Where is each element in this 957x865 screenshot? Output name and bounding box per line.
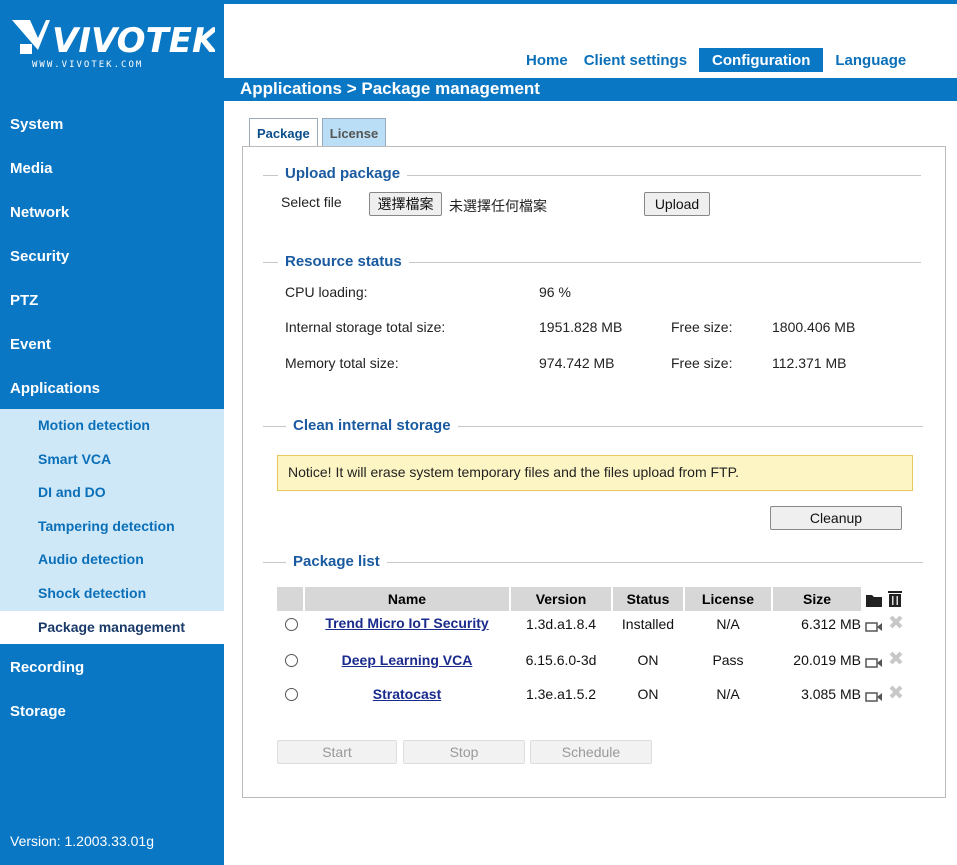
- tab-package[interactable]: Package: [249, 118, 318, 147]
- package-version-3: 1.3e.a1.5.2: [525, 686, 597, 702]
- sidebar-item-network[interactable]: Network: [0, 189, 224, 233]
- memory-total-label: Memory total size:: [285, 355, 399, 371]
- table-header-status: Status: [613, 587, 683, 611]
- sidebar-item-recording[interactable]: Recording: [0, 644, 224, 688]
- cpu-loading-value: 96 %: [539, 284, 571, 300]
- nav-configuration[interactable]: Configuration: [699, 48, 824, 72]
- sidebar-subitem-motion-detection[interactable]: Motion detection: [0, 409, 224, 443]
- delete-icon[interactable]: [889, 651, 903, 668]
- table-header-name: Name: [305, 587, 509, 611]
- table-header-version: Version: [511, 587, 611, 611]
- package-link-1[interactable]: Trend Micro IoT Security: [305, 615, 509, 631]
- upload-section-title: Upload package: [278, 165, 408, 182]
- upload-button[interactable]: Upload: [644, 192, 710, 216]
- package-size-3: 3.085 MB: [801, 686, 861, 702]
- firmware-version: Version: 1.2003.33.01g: [10, 833, 155, 849]
- package-size-1: 6.312 MB: [801, 616, 861, 632]
- no-file-chosen-text: 未選擇任何檔案: [449, 198, 547, 214]
- sidebar-subitem-smart-vca[interactable]: Smart VCA: [0, 443, 224, 477]
- sidebar-subitem-tampering-detection[interactable]: Tampering detection: [0, 510, 224, 544]
- clean-section-title: Clean internal storage: [286, 417, 458, 434]
- table-header-size: Size: [773, 587, 861, 611]
- sidebar-item-storage[interactable]: Storage: [0, 688, 224, 732]
- package-radio-1[interactable]: [285, 618, 298, 631]
- memory-free-label: Free size:: [671, 355, 733, 371]
- nav-language[interactable]: Language: [827, 48, 914, 72]
- top-nav: Home Client settings Configuration Langu…: [518, 48, 914, 72]
- sidebar-submenu-applications: Motion detection Smart VCA DI and DO Tam…: [0, 409, 224, 645]
- tab-bar: Package License: [249, 118, 387, 147]
- delete-icon[interactable]: [889, 615, 903, 632]
- resource-section-title: Resource status: [278, 253, 409, 270]
- sidebar-subitem-package-management[interactable]: Package management: [0, 610, 224, 645]
- delete-icon[interactable]: [889, 685, 903, 702]
- package-radio-2[interactable]: [285, 654, 298, 667]
- table-header-license: License: [685, 587, 771, 611]
- tab-license[interactable]: License: [321, 118, 387, 147]
- sidebar-subitem-di-and-do[interactable]: DI and DO: [0, 476, 224, 510]
- breadcrumb: Applications > Package management: [240, 79, 540, 98]
- memory-free-value: 112.371 MB: [772, 355, 847, 371]
- package-status-3: ON: [637, 686, 659, 702]
- svg-text:VIVOTEK: VIVOTEK: [52, 21, 215, 61]
- sidebar-subitem-audio-detection[interactable]: Audio detection: [0, 543, 224, 577]
- sidebar-item-ptz[interactable]: PTZ: [0, 277, 224, 321]
- logo[interactable]: VIVOTEK WWW.VIVOTEK.COM: [0, 4, 224, 78]
- camera-icon[interactable]: [865, 689, 883, 705]
- storage-free-value: 1800.406 MB: [772, 319, 856, 335]
- nav-home[interactable]: Home: [518, 48, 576, 72]
- sidebar-item-applications[interactable]: Applications: [0, 365, 224, 409]
- nav-client-settings[interactable]: Client settings: [576, 48, 695, 72]
- package-status-1: Installed: [621, 616, 675, 632]
- sidebar: System Media Network Security PTZ Event …: [0, 101, 224, 865]
- memory-total-value: 974.742 MB: [539, 355, 615, 371]
- package-list-title: Package list: [286, 553, 387, 570]
- package-license-1: N/A: [716, 616, 740, 632]
- select-file-label: Select file: [281, 194, 342, 210]
- cpu-loading-label: CPU loading:: [285, 284, 368, 300]
- logo-bottom-band: [0, 78, 224, 101]
- package-version-2: 6.15.6.0-3d: [525, 652, 597, 668]
- schedule-button[interactable]: Schedule: [530, 740, 652, 764]
- folder-icon: [865, 591, 883, 615]
- stop-button[interactable]: Stop: [403, 740, 525, 764]
- package-license-3: N/A: [716, 686, 740, 702]
- table-header-actions: [863, 587, 913, 611]
- package-status-2: ON: [637, 652, 659, 668]
- package-radio-3[interactable]: [285, 688, 298, 701]
- sidebar-item-system[interactable]: System: [0, 101, 224, 145]
- choose-file-button[interactable]: 選擇檔案: [369, 192, 442, 216]
- package-link-3[interactable]: Stratocast: [305, 686, 509, 702]
- package-size-2: 20.019 MB: [793, 652, 861, 668]
- table-header-select: [277, 587, 303, 611]
- vivotek-logo-icon: VIVOTEK WWW.VIVOTEK.COM: [12, 20, 215, 70]
- camera-icon[interactable]: [865, 619, 883, 635]
- trash-icon: [887, 590, 903, 615]
- svg-text:WWW.VIVOTEK.COM: WWW.VIVOTEK.COM: [32, 60, 143, 70]
- sidebar-subitem-shock-detection[interactable]: Shock detection: [0, 577, 224, 611]
- package-license-2: Pass: [712, 652, 744, 668]
- cleanup-button[interactable]: Cleanup: [770, 506, 902, 530]
- sidebar-item-event[interactable]: Event: [0, 321, 224, 365]
- storage-free-label: Free size:: [671, 319, 733, 335]
- package-panel: Upload package Select file 選擇檔案 未選擇任何檔案 …: [242, 146, 946, 798]
- package-link-2[interactable]: Deep Learning VCA: [305, 652, 509, 668]
- package-version-1: 1.3d.a1.8.4: [525, 616, 597, 632]
- storage-total-label: Internal storage total size:: [285, 319, 446, 335]
- camera-icon[interactable]: [865, 655, 883, 671]
- cleanup-notice: Notice! It will erase system temporary f…: [277, 455, 913, 491]
- start-button[interactable]: Start: [277, 740, 397, 764]
- sidebar-item-media[interactable]: Media: [0, 145, 224, 189]
- storage-total-value: 1951.828 MB: [539, 319, 623, 335]
- sidebar-item-security[interactable]: Security: [0, 233, 224, 277]
- page-title-bar: Applications > Package management: [224, 78, 957, 101]
